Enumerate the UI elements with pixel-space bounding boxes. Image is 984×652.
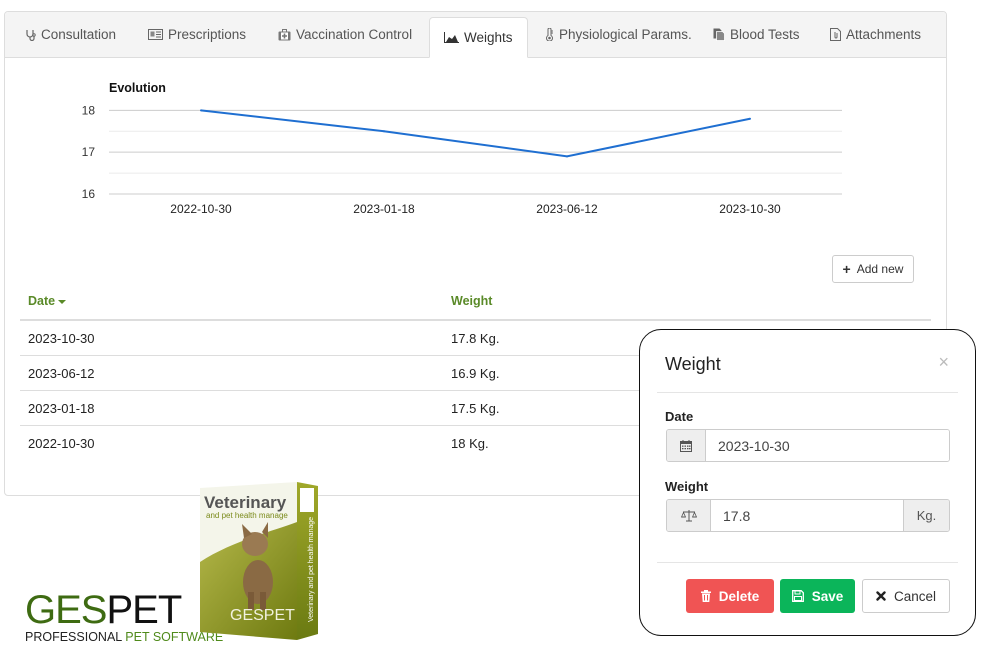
x-icon bbox=[876, 591, 886, 601]
logo-part1: GES bbox=[25, 588, 107, 632]
add-new-button[interactable]: + Add new bbox=[832, 255, 914, 283]
logo-wordmark: GESPET bbox=[25, 590, 223, 630]
close-icon[interactable]: × bbox=[938, 352, 949, 373]
x-tick-label: 2023-10-30 bbox=[719, 202, 781, 216]
delete-label: Delete bbox=[718, 588, 760, 604]
save-label: Save bbox=[811, 588, 844, 604]
date-input-group bbox=[666, 429, 950, 462]
chart-title: Evolution bbox=[109, 81, 166, 95]
data-point[interactable] bbox=[200, 109, 202, 112]
table-header: Date Weight bbox=[20, 287, 931, 321]
box-side-text: Veterinary and pet health manage bbox=[308, 517, 315, 622]
sort-desc-icon bbox=[58, 299, 67, 304]
box-title: Veterinary bbox=[204, 493, 287, 512]
weight-input-group: Kg. bbox=[666, 499, 950, 532]
date-label: Date bbox=[665, 409, 694, 424]
logo-tagline: PROFESSIONAL PET SOFTWARE bbox=[25, 630, 223, 644]
date-field[interactable] bbox=[706, 430, 949, 461]
y-tick-label: 18 bbox=[82, 103, 96, 117]
date-cell: 2023-06-12 bbox=[28, 366, 95, 381]
data-point[interactable] bbox=[383, 130, 385, 133]
box-logo: GESPET bbox=[230, 607, 295, 624]
date-cell: 2022-10-30 bbox=[28, 436, 95, 451]
tagline-part1: PROFESSIONAL bbox=[25, 630, 126, 644]
weight-cell: 17.8 Kg. bbox=[451, 331, 500, 346]
box-subtitle: and pet health manage bbox=[206, 511, 288, 520]
x-tick-label: 2023-01-18 bbox=[353, 202, 415, 216]
modal-footer-divider bbox=[657, 562, 958, 563]
cancel-button[interactable]: Cancel bbox=[862, 579, 950, 613]
column-header-date[interactable]: Date bbox=[28, 294, 67, 308]
trash-icon bbox=[700, 590, 711, 602]
weight-cell: 16.9 Kg. bbox=[451, 366, 500, 381]
y-tick-label: 16 bbox=[82, 187, 96, 201]
weight-cell: 17.5 Kg. bbox=[451, 401, 500, 416]
weight-field[interactable] bbox=[711, 500, 903, 531]
modal-header-divider bbox=[657, 392, 958, 393]
floppy-disk-icon bbox=[791, 590, 804, 602]
delete-button[interactable]: Delete bbox=[686, 579, 774, 613]
save-button[interactable]: Save bbox=[780, 579, 855, 613]
column-header-weight[interactable]: Weight bbox=[451, 294, 492, 308]
chart-svg: Evolution 16 17 18 2022-10-30 2023-01-18 202… bbox=[82, 81, 842, 216]
column-label: Date bbox=[28, 294, 56, 308]
x-tick-label: 2023-06-12 bbox=[536, 202, 598, 216]
calendar-icon[interactable] bbox=[667, 430, 706, 461]
x-tick-label: 2022-10-30 bbox=[170, 202, 232, 216]
gespet-logo: GESPET PROFESSIONAL PET SOFTWARE bbox=[25, 590, 223, 644]
weight-label: Weight bbox=[665, 479, 709, 494]
modal-title: Weight bbox=[665, 354, 721, 374]
weight-cell: 18 Kg. bbox=[451, 436, 489, 451]
data-point[interactable] bbox=[566, 155, 568, 158]
series-line-weight bbox=[200, 109, 751, 158]
plus-icon: + bbox=[842, 261, 851, 277]
product-box-image: Veterinary and pet health manage GESPET … bbox=[200, 482, 318, 642]
add-new-label: Add new bbox=[856, 262, 904, 276]
logo-part2: PET bbox=[106, 588, 182, 632]
column-label: Weight bbox=[451, 294, 493, 308]
y-tick-label: 17 bbox=[82, 145, 96, 159]
cancel-label: Cancel bbox=[893, 588, 937, 604]
data-point[interactable] bbox=[749, 117, 751, 120]
weight-unit: Kg. bbox=[903, 500, 949, 531]
balance-scale-icon bbox=[667, 500, 711, 531]
date-cell: 2023-01-18 bbox=[28, 401, 95, 416]
weight-modal: Weight × Date Weight Kg. Delete Save Can… bbox=[639, 329, 976, 636]
date-cell: 2023-10-30 bbox=[28, 331, 95, 346]
weight-evolution-chart: Evolution 16 17 18 2022-10-30 2023-01-18 202… bbox=[5, 12, 946, 252]
